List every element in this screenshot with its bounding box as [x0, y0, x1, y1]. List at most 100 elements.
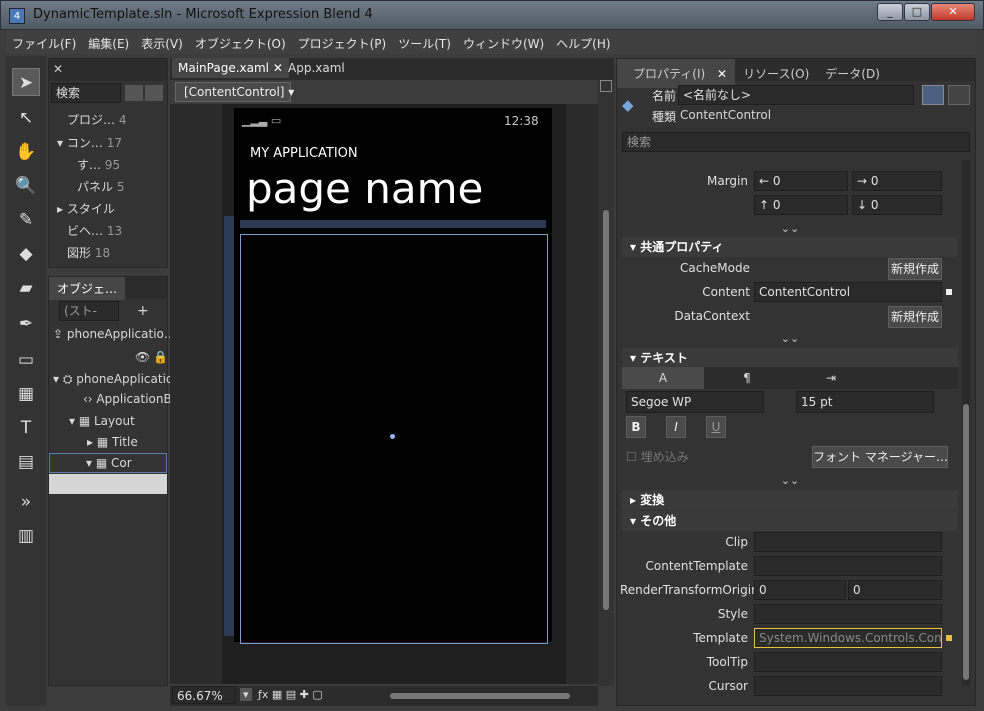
rectangle-tool-icon[interactable]: ▭	[12, 346, 40, 374]
datacontext-new-button[interactable]: 新規作成	[888, 306, 942, 328]
assets-item[interactable]: パネル 5	[77, 178, 124, 195]
property-search-input[interactable]: 検索	[622, 132, 970, 152]
rto-x-input[interactable]: 0	[754, 580, 846, 600]
eye-icon[interactable]: 👁	[135, 350, 150, 364]
assets-tool-icon[interactable]: ▥	[12, 522, 40, 550]
minimize-button[interactable]: _	[877, 3, 903, 21]
tree-item-selected[interactable]: ▾ ▦ Cor	[49, 453, 167, 473]
effects-icon[interactable]: ƒx ▦ ▤ ✚ ▢	[258, 688, 323, 701]
zoom-tool-icon[interactable]: 🔍	[12, 172, 40, 200]
assets-item[interactable]: ▸ スタイル	[57, 200, 115, 217]
zoom-input[interactable]: 66.67%	[172, 686, 236, 704]
style-input[interactable]	[754, 604, 942, 624]
breadcrumb[interactable]: [ContentControl] ▾	[175, 82, 294, 102]
font-tab-icon[interactable]: A	[622, 367, 704, 389]
tree-item[interactable]: ▾ ▦ Layout	[69, 414, 135, 428]
maximize-button[interactable]: □	[904, 3, 930, 21]
tree-item[interactable]: ▾ ⛭ phoneApplication	[53, 372, 181, 387]
margin-top-input[interactable]: ↑ 0	[754, 195, 848, 215]
grid-view-icon[interactable]	[125, 85, 143, 101]
font-manager-button[interactable]: フォント マネージャー…	[812, 446, 948, 468]
lock-icon[interactable]: 🔒	[153, 350, 168, 364]
menu-file[interactable]: ファイル(F)	[6, 30, 82, 52]
horizontal-scrollbar[interactable]	[390, 693, 570, 699]
assets-item[interactable]: ▾ コン… 17	[57, 134, 122, 151]
tooltip-input[interactable]	[754, 652, 942, 672]
snap-icon[interactable]	[600, 80, 612, 92]
properties-view-icon[interactable]	[948, 85, 970, 105]
indent-tab-icon[interactable]: ⇥	[790, 367, 872, 389]
cachemode-new-button[interactable]: 新規作成	[888, 258, 942, 280]
tab-properties[interactable]: プロパティ(I) ✕	[617, 59, 736, 88]
content-marker[interactable]	[946, 289, 952, 295]
assets-search-input[interactable]: 検索	[51, 83, 121, 103]
pan-tool-icon[interactable]: ✋	[12, 138, 40, 166]
menu-edit[interactable]: 編集(E)	[82, 30, 135, 52]
close-icon[interactable]: ✕	[49, 59, 67, 79]
properties-scroll-thumb[interactable]	[963, 404, 969, 680]
close-button[interactable]: ✕	[931, 3, 975, 21]
margin-bottom-input[interactable]: ↓ 0	[852, 195, 942, 215]
tab-mainpage[interactable]: MainPage.xaml ✕	[172, 58, 289, 78]
pen-tool-icon[interactable]: ✒	[12, 310, 40, 338]
text-tool-icon[interactable]: T	[12, 414, 40, 442]
properties-scrollbar[interactable]	[962, 160, 970, 686]
menu-tools[interactable]: ツール(T)	[392, 30, 457, 52]
template-marker[interactable]	[946, 635, 952, 641]
embed-checkbox[interactable]: ☐ 埋め込み	[626, 448, 689, 465]
storyboard-select[interactable]: (スト-	[59, 301, 119, 321]
name-input[interactable]: <名前なし>	[678, 85, 914, 105]
contenttemplate-input[interactable]	[754, 556, 942, 576]
tab-data[interactable]: データ(D)	[817, 62, 888, 85]
common-expand-icon[interactable]: ⌄⌄	[622, 331, 958, 347]
bold-button[interactable]: B	[626, 416, 646, 438]
tree-item[interactable]: ‹› ApplicationBa	[83, 392, 179, 406]
margin-right-input[interactable]: → 0	[852, 171, 942, 191]
tree-item[interactable]: ▸ ▦ Title	[87, 435, 138, 449]
clip-input[interactable]	[754, 532, 942, 552]
expand-tools-icon[interactable]: »	[12, 488, 40, 516]
tab-objects[interactable]: オブジェ…	[49, 277, 126, 300]
menu-object[interactable]: オブジェクト(O)	[189, 30, 292, 52]
menu-window[interactable]: ウィンドウ(W)	[457, 30, 550, 52]
transform-section-header[interactable]: ▸ 変換	[622, 490, 958, 510]
font-size-select[interactable]: 15 pt	[796, 391, 934, 413]
content-input[interactable]: ContentControl	[754, 282, 942, 302]
italic-button[interactable]: I	[666, 416, 686, 438]
add-storyboard-icon[interactable]: +	[137, 303, 149, 319]
eyedropper-tool-icon[interactable]: ✎	[12, 206, 40, 234]
assets-item[interactable]: プロジ… 4	[67, 111, 126, 128]
assets-item[interactable]: 図形 18	[67, 244, 110, 261]
misc-section-header[interactable]: ▾ その他	[622, 511, 958, 531]
menu-help[interactable]: ヘルプ(H)	[550, 30, 616, 52]
text-section-header[interactable]: ▾ テキスト	[622, 348, 958, 368]
tab-app-xaml[interactable]: App.xaml	[282, 58, 351, 78]
tree-item-child[interactable]	[49, 474, 167, 494]
gradient-tool-icon[interactable]: ▰	[12, 274, 40, 302]
cursor-select[interactable]	[754, 676, 942, 696]
zoom-dropdown-icon[interactable]: ▾	[240, 688, 252, 701]
list-view-icon[interactable]	[145, 85, 163, 101]
tree-item[interactable]: ⇪ phoneApplicatio…	[53, 327, 176, 341]
events-view-icon[interactable]	[922, 85, 944, 105]
assets-item[interactable]: す… 95	[77, 156, 120, 173]
tab-resources[interactable]: リソース(O)	[735, 62, 817, 85]
margin-left-input[interactable]: ← 0	[754, 171, 848, 191]
vertical-scrollbar[interactable]	[603, 210, 609, 610]
paint-bucket-tool-icon[interactable]: ◆	[12, 240, 40, 268]
template-input[interactable]: System.Windows.Controls.Con…	[754, 628, 942, 648]
selection-tool-icon[interactable]: ➤	[12, 68, 40, 96]
rto-y-input[interactable]: 0	[848, 580, 942, 600]
control-tool-icon[interactable]: ▤	[12, 448, 40, 476]
layout-expand-icon[interactable]: ⌄⌄	[622, 221, 958, 237]
text-expand-icon[interactable]: ⌄⌄	[622, 473, 958, 489]
center-handle[interactable]	[390, 434, 395, 439]
assets-item[interactable]: ビヘ… 13	[67, 222, 122, 239]
grid-tool-icon[interactable]: ▦	[12, 380, 40, 408]
paragraph-tab-icon[interactable]: ¶	[706, 367, 788, 389]
font-family-select[interactable]: Segoe WP	[626, 391, 764, 413]
common-properties-header[interactable]: ▾ 共通プロパティ	[622, 237, 958, 257]
direct-select-tool-icon[interactable]: ↖	[12, 104, 40, 132]
underline-button[interactable]: U	[706, 416, 726, 438]
menu-project[interactable]: プロジェクト(P)	[292, 30, 393, 52]
